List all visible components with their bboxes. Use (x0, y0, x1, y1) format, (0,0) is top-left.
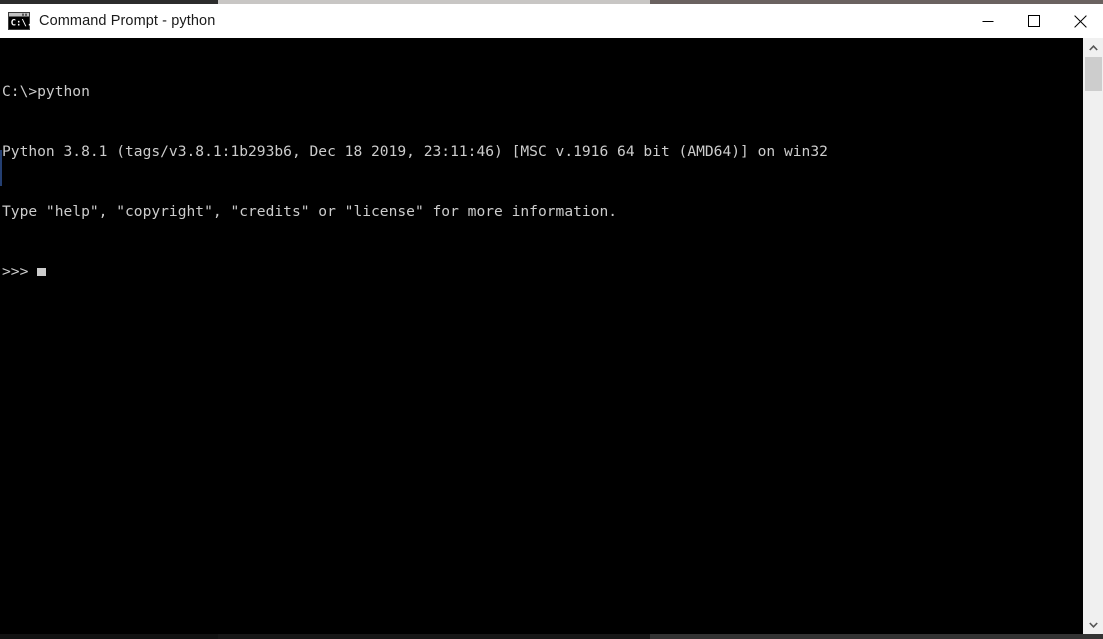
console-edge-artifact (0, 150, 2, 186)
scroll-down-button[interactable] (1084, 615, 1103, 634)
window-title: Command Prompt - python (39, 13, 216, 29)
scrollbar-thumb[interactable] (1085, 57, 1102, 91)
title-bar-left: C:\. Command Prompt - python (0, 4, 965, 38)
console-text: C:\>python Python 3.8.1 (tags/v3.8.1:1b2… (2, 42, 1083, 322)
python-prompt: >>> (2, 263, 29, 280)
window-body: C:\>python Python 3.8.1 (tags/v3.8.1:1b2… (0, 38, 1103, 634)
svg-text:C:\.: C:\. (11, 19, 30, 29)
console-line: Python 3.8.1 (tags/v3.8.1:1b293b6, Dec 1… (2, 143, 828, 160)
title-bar[interactable]: C:\. Command Prompt - python (0, 4, 1103, 38)
maximize-button[interactable] (1011, 4, 1057, 38)
scrollbar-track[interactable] (1084, 57, 1103, 615)
python-prompt-line: >>> (2, 262, 1083, 282)
console-output-area[interactable]: C:\>python Python 3.8.1 (tags/v3.8.1:1b2… (0, 38, 1083, 634)
close-button[interactable] (1057, 4, 1103, 38)
background-window-bottom-right (650, 634, 1103, 639)
command-prompt-window: C:\. Command Prompt - python (0, 4, 1103, 634)
minimize-icon (982, 21, 994, 22)
command-prompt-icon: C:\. (8, 12, 32, 30)
background-window-bottom-left (0, 634, 218, 639)
maximize-icon (1028, 15, 1040, 27)
text-cursor (37, 268, 47, 276)
vertical-scrollbar[interactable] (1083, 38, 1103, 634)
console-line: Type "help", "copyright", "credits" or "… (2, 203, 618, 220)
background-window-bottom-middle (218, 634, 650, 639)
scroll-up-button[interactable] (1084, 38, 1103, 57)
minimize-button[interactable] (965, 4, 1011, 38)
close-icon (1073, 14, 1087, 28)
chevron-up-icon (1089, 44, 1098, 51)
console-line: C:\>python (2, 83, 90, 100)
chevron-down-icon (1089, 621, 1098, 628)
window-controls (965, 4, 1103, 38)
